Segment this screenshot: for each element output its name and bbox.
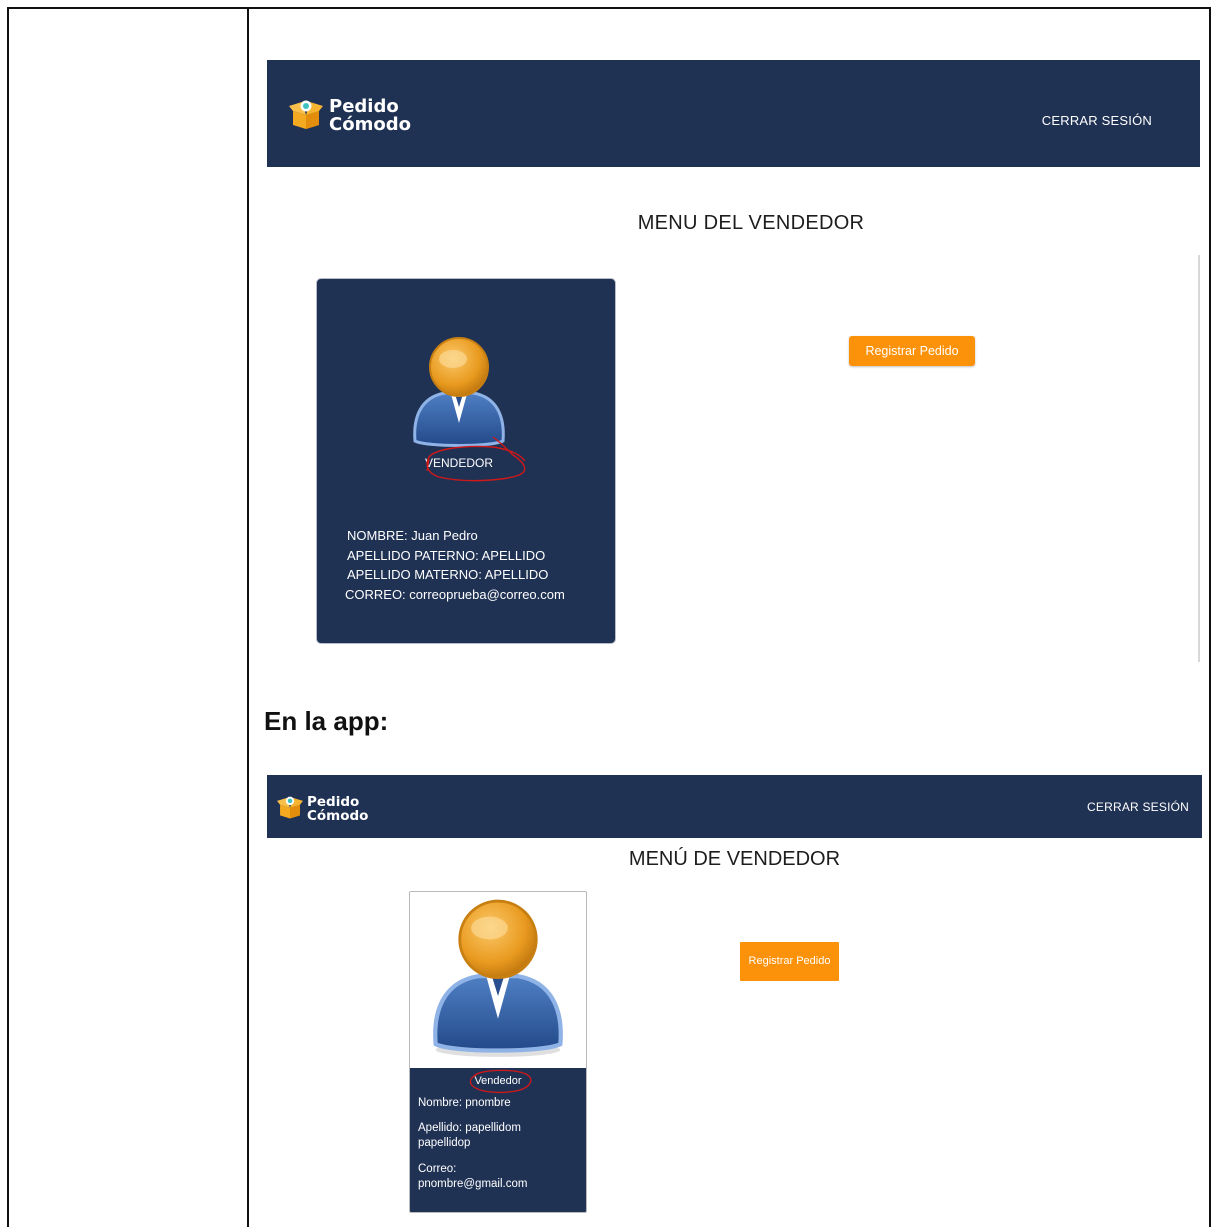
user-avatar-icon bbox=[430, 898, 566, 1065]
red-annotation-circle bbox=[468, 1068, 534, 1099]
seller-info: NOMBRE: Juan Pedro APELLIDO PATERNO: APE… bbox=[345, 526, 565, 604]
seller-name: NOMBRE: Juan Pedro bbox=[347, 528, 478, 543]
brand-logo[interactable]: Pedido Cómodo bbox=[289, 98, 411, 134]
app-header: Pedido Cómodo CERRAR SESIÓN bbox=[267, 775, 1202, 838]
red-annotation-circle bbox=[423, 433, 531, 488]
brand-logo[interactable]: Pedido Cómodo bbox=[277, 795, 368, 824]
brand-name: Pedido Cómodo bbox=[329, 98, 411, 134]
seller-menu-mockup-design: Pedido Cómodo CERRAR SESIÓN MENU DEL VEN… bbox=[267, 60, 1200, 662]
box-logo-icon bbox=[289, 99, 323, 134]
box-logo-icon bbox=[277, 795, 303, 824]
brand-name-line2: Cómodo bbox=[329, 114, 411, 135]
app-header: Pedido Cómodo CERRAR SESIÓN bbox=[267, 60, 1200, 167]
seller-surname: Apellido: papellidom papellidop bbox=[418, 1122, 521, 1149]
table-column-divider bbox=[247, 9, 249, 1227]
brand-name-line2: Cómodo bbox=[307, 807, 369, 824]
seller-profile-card: Vendedor Nombre: pnombre Apellido: papel… bbox=[409, 891, 587, 1213]
brand-name: Pedido Cómodo bbox=[307, 795, 369, 824]
section-caption: En la app: bbox=[264, 706, 389, 736]
register-order-button[interactable]: Registrar Pedido bbox=[849, 336, 975, 366]
seller-paternal-surname: APELLIDO PATERNO: APELLIDO bbox=[347, 547, 546, 563]
page-title: MENU DEL VENDEDOR bbox=[637, 212, 865, 234]
divider bbox=[1198, 255, 1200, 662]
seller-email: Correo: pnombre@gmail.com bbox=[418, 1163, 528, 1190]
logout-link[interactable]: CERRAR SESIÓN bbox=[1042, 113, 1152, 128]
seller-email: CORREO: correoprueba@correo.com bbox=[345, 586, 565, 602]
seller-maternal-surname: APELLIDO MATERNO: APELLIDO bbox=[347, 567, 549, 582]
seller-info: Vendedor Nombre: pnombre Apellido: papel… bbox=[410, 1068, 586, 1212]
logout-link[interactable]: CERRAR SESIÓN bbox=[1087, 800, 1189, 814]
seller-name: Nombre: pnombre bbox=[418, 1097, 511, 1109]
register-order-button[interactable]: Registrar Pedido bbox=[740, 942, 839, 981]
seller-menu-app-screenshot: Pedido Cómodo CERRAR SESIÓN MENÚ DE VEND… bbox=[267, 775, 1202, 1227]
seller-profile-card: VENDEDOR NOMBRE: Juan Pedro APELLIDO PAT… bbox=[316, 278, 616, 644]
page-title: MENÚ DE VENDEDOR bbox=[628, 848, 841, 870]
